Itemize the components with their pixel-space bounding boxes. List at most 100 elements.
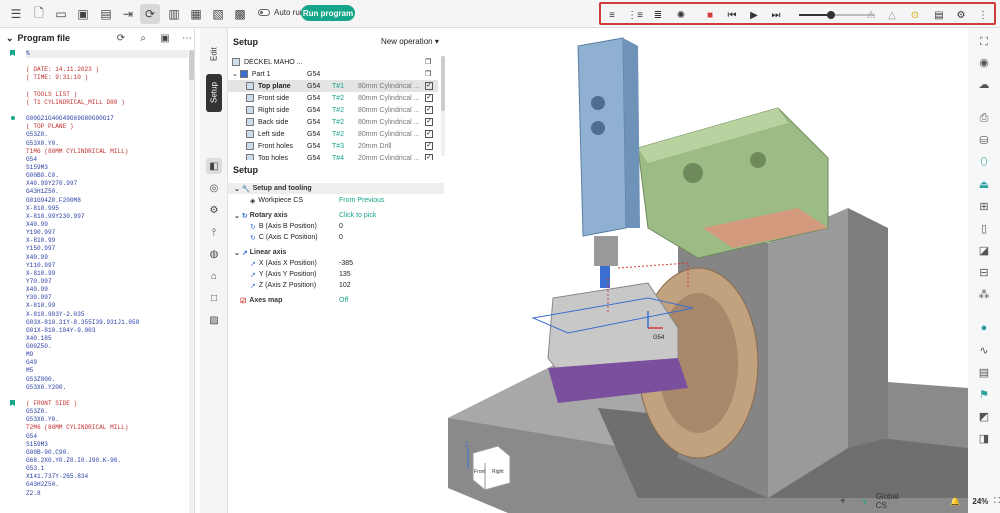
- new-operation-dropdown[interactable]: New operation ▾: [381, 37, 439, 46]
- code-line[interactable]: [26, 83, 188, 91]
- code-line[interactable]: X-810.995: [26, 205, 188, 213]
- code-line[interactable]: G00B0.C0.: [26, 172, 188, 180]
- gear-icon[interactable]: ⚙: [206, 202, 222, 218]
- table-icon[interactable]: ▩: [230, 4, 250, 24]
- code-line[interactable]: %: [10, 50, 188, 59]
- list-lines-icon[interactable]: ≣: [651, 8, 665, 22]
- square-icon[interactable]: □: [206, 290, 222, 306]
- operation-row[interactable]: Top holes G54 T#4 20mm Cylindrical ... ✓: [228, 152, 438, 160]
- operation-checkbox[interactable]: ✓: [425, 130, 433, 138]
- code-line[interactable]: G00Z50.: [26, 343, 188, 351]
- stock-icon[interactable]: ⌂: [206, 268, 222, 284]
- run-program-button[interactable]: Run program: [301, 5, 355, 21]
- cylinder-icon[interactable]: ⬯: [974, 152, 994, 172]
- code-line[interactable]: X-810.983Y-2.035: [26, 311, 188, 319]
- code-line[interactable]: G01G94Z0.F200M8: [26, 197, 188, 205]
- warning-icon[interactable]: ⊙: [908, 8, 922, 22]
- rotary-axis-value[interactable]: Click to pick: [339, 212, 376, 219]
- step-list-icon[interactable]: ⋮≡: [627, 8, 643, 22]
- block-marker-icon[interactable]: [11, 116, 15, 121]
- scrollbar-thumb[interactable]: [189, 50, 194, 80]
- spindle-icon[interactable]: ◍: [206, 246, 222, 262]
- copy-icon[interactable]: ❐: [425, 58, 431, 66]
- code-line[interactable]: G00B-90.C90.: [26, 449, 188, 457]
- code-line[interactable]: [26, 58, 188, 66]
- code-line[interactable]: ( FRONT SIDE ): [10, 400, 188, 408]
- operation-checkbox[interactable]: ✓: [425, 82, 433, 90]
- chevron-down-icon[interactable]: ⌄: [6, 33, 14, 44]
- tool-library-icon[interactable]: ▥: [164, 4, 184, 24]
- layers-icon[interactable]: ◩: [974, 406, 994, 426]
- part-row[interactable]: ⌄ Part 1 G54 ❐: [228, 68, 438, 80]
- workpiece-cs-row[interactable]: ◈ Workpiece CS From Previous: [228, 195, 444, 206]
- limits-icon[interactable]: △: [885, 8, 899, 22]
- code-line[interactable]: X40.99: [26, 254, 188, 262]
- machine-icon[interactable]: ▦: [186, 4, 206, 24]
- compass-icon[interactable]: ◎: [206, 180, 222, 196]
- step-forward-icon[interactable]: ⏭: [769, 8, 783, 22]
- bell-icon[interactable]: 🔔: [950, 497, 960, 506]
- code-line[interactable]: G54: [26, 433, 188, 441]
- code-line[interactable]: G53X0.Y0.: [26, 140, 188, 148]
- tool-icon[interactable]: ⫯: [206, 224, 222, 240]
- save-program-icon[interactable]: ▣: [158, 31, 172, 45]
- chevron-down-icon[interactable]: ⌄: [234, 212, 240, 220]
- code-line[interactable]: G54: [26, 156, 188, 164]
- operation-row[interactable]: Front side G54 T#2 80mm Cylindrical ... ✓: [228, 92, 438, 104]
- code-line[interactable]: ( DATE: 14.11.2023 ): [26, 66, 188, 74]
- machine-model[interactable]: G54 Front Right Z: [448, 28, 968, 513]
- measure-icon[interactable]: ⊟: [974, 262, 994, 282]
- code-line[interactable]: G49: [26, 359, 188, 367]
- tab-setup[interactable]: Setup: [206, 74, 222, 112]
- bottle-icon[interactable]: ⛁: [974, 130, 994, 150]
- b-axis-row[interactable]: ↻ B (Axis B Position) 0: [228, 221, 444, 232]
- code-line[interactable]: S159M3: [26, 164, 188, 172]
- settings-gear-icon[interactable]: ⚙: [954, 8, 968, 22]
- code-line[interactable]: [26, 392, 188, 400]
- chevron-down-icon[interactable]: ⌄: [234, 249, 240, 257]
- scrollbar-thumb[interactable]: [441, 56, 445, 111]
- list-icon[interactable]: ≡: [605, 8, 619, 22]
- code-line[interactable]: X-810.99: [26, 270, 188, 278]
- code-line[interactable]: Y190.997: [26, 229, 188, 237]
- code-line[interactable]: Y30.997: [26, 294, 188, 302]
- more-horizontal-icon[interactable]: ⋯: [180, 31, 194, 45]
- code-line[interactable]: G53Z800.: [26, 376, 188, 384]
- operation-row[interactable]: Top plane G54 T#1 80mm Cylindrical ... ✓: [228, 80, 438, 92]
- eraser-icon[interactable]: ◨: [974, 428, 994, 448]
- save-icon[interactable]: ▣: [73, 4, 93, 24]
- code-line[interactable]: G53X0.Y0.: [26, 416, 188, 424]
- setup-tooling-row[interactable]: ⌄ 🔧 Setup and tooling: [228, 183, 444, 194]
- code-line[interactable]: X-810.99: [26, 302, 188, 310]
- code-line[interactable]: M9: [26, 351, 188, 359]
- refresh-icon[interactable]: ⟳: [114, 31, 128, 45]
- workpiece-icon[interactable]: ▧: [208, 4, 228, 24]
- fullscreen-icon[interactable]: ⛶: [994, 496, 1000, 506]
- code-line[interactable]: G68.2X0.Y0.Z0.I0.J90.K-90.: [26, 457, 188, 465]
- hamburger-menu-icon[interactable]: ☰: [6, 4, 26, 24]
- code-line[interactable]: G53Z0.: [26, 131, 188, 139]
- fixture-icon[interactable]: ▨: [206, 312, 222, 328]
- speed-slider-knob[interactable]: [827, 11, 835, 19]
- 3d-viewport[interactable]: G54 Front Right Z: [448, 28, 968, 513]
- operation-row[interactable]: Right side G54 T#2 80mm Cylindrical ... ✓: [228, 104, 438, 116]
- chevron-down-icon[interactable]: ⌄: [234, 185, 240, 193]
- sphere-icon[interactable]: ◉: [974, 52, 994, 72]
- search-icon[interactable]: ⌕: [136, 31, 150, 45]
- operation-checkbox[interactable]: ✓: [425, 106, 433, 114]
- c-axis-row[interactable]: ↻ C (Axis C Position) 0: [228, 232, 444, 243]
- code-line[interactable]: X40.99: [26, 286, 188, 294]
- code-line[interactable]: X40.99: [26, 221, 188, 229]
- code-line[interactable]: T2M6 (80MM CYLINDRICAL MILL): [26, 424, 188, 432]
- code-line[interactable]: X141.737Y-265.834: [26, 473, 188, 481]
- axes-map-row[interactable]: ☑ Axes map Off: [228, 295, 444, 306]
- path-icon[interactable]: ∿: [974, 340, 994, 360]
- code-line[interactable]: X40.99Y270.997: [26, 180, 188, 188]
- new-file-icon[interactable]: 🗋: [29, 4, 49, 24]
- x-axis-row[interactable]: ↗ X (Axis X Position) -385: [228, 258, 444, 269]
- operation-row[interactable]: Back side G54 T#2 80mm Cylindrical ... ✓: [228, 116, 438, 128]
- z-axis-row[interactable]: ↗ Z (Axis Z Position) 102: [228, 280, 444, 291]
- code-line[interactable]: T1M6 (80MM CYLINDRICAL MILL): [26, 148, 188, 156]
- x-axis-value[interactable]: -385: [339, 260, 353, 267]
- bug-icon[interactable]: ✺: [674, 8, 688, 22]
